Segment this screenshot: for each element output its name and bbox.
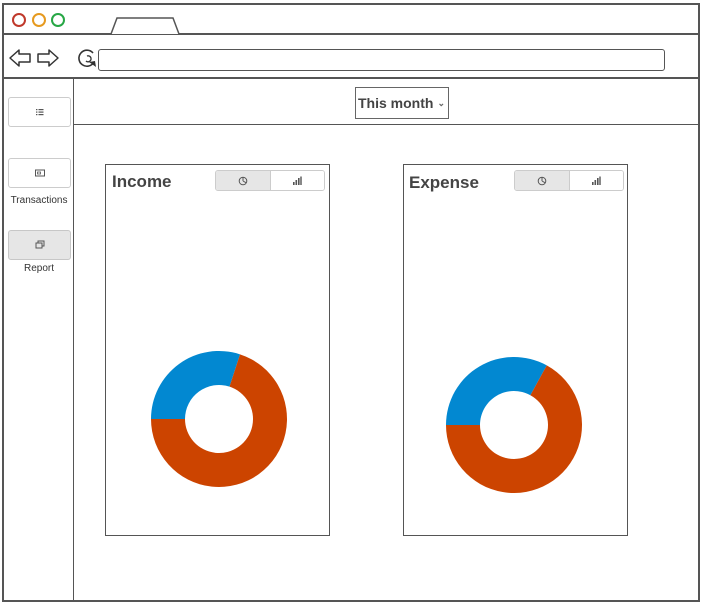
- browser-tab[interactable]: [110, 17, 180, 35]
- wallet-icon: [34, 169, 45, 177]
- donut-slice: [151, 351, 241, 419]
- report-header: This month ⌄: [74, 79, 700, 125]
- forward-arrow-icon[interactable]: [36, 47, 60, 69]
- reload-icon[interactable]: [75, 47, 99, 69]
- report-icon: [35, 240, 44, 249]
- sidebar-item-transactions[interactable]: [8, 158, 71, 188]
- sidebar-item-report[interactable]: [8, 230, 71, 260]
- url-input[interactable]: [98, 49, 665, 71]
- chart-type-toggle: [514, 170, 624, 191]
- sidebar-item-menu[interactable]: [8, 97, 71, 127]
- period-select[interactable]: This month ⌄: [355, 87, 449, 119]
- expense-panel: Expense: [403, 164, 628, 536]
- maximize-window-button[interactable]: [51, 13, 65, 27]
- bar-chart-icon: [293, 176, 302, 185]
- chevron-down-icon: ⌄: [437, 97, 445, 108]
- period-select-value: This month: [358, 95, 434, 111]
- bar-view-button[interactable]: [568, 171, 623, 190]
- sidebar: Transactions Report: [4, 79, 74, 600]
- pie-chart-icon: [238, 176, 248, 185]
- bar-chart-icon: [592, 176, 601, 185]
- back-arrow-icon[interactable]: [8, 47, 32, 69]
- expense-donut-chart: [446, 357, 582, 493]
- panel-title: Expense: [409, 173, 479, 192]
- close-window-button[interactable]: [12, 13, 26, 27]
- address-bar: [4, 35, 698, 79]
- sidebar-item-label: Transactions: [10, 195, 68, 206]
- pie-view-button[interactable]: [216, 171, 270, 190]
- donut-slice: [446, 357, 547, 425]
- bar-view-button[interactable]: [269, 171, 324, 190]
- chart-type-toggle: [215, 170, 325, 191]
- list-icon: [35, 109, 43, 116]
- income-donut-chart: [151, 351, 287, 487]
- title-bar: [4, 5, 698, 35]
- minimize-window-button[interactable]: [32, 13, 46, 27]
- pie-view-button[interactable]: [515, 171, 569, 190]
- sidebar-item-label: Report: [23, 263, 54, 274]
- pie-chart-icon: [537, 176, 547, 185]
- panel-title: Income: [112, 172, 172, 191]
- income-panel: Income: [105, 164, 330, 536]
